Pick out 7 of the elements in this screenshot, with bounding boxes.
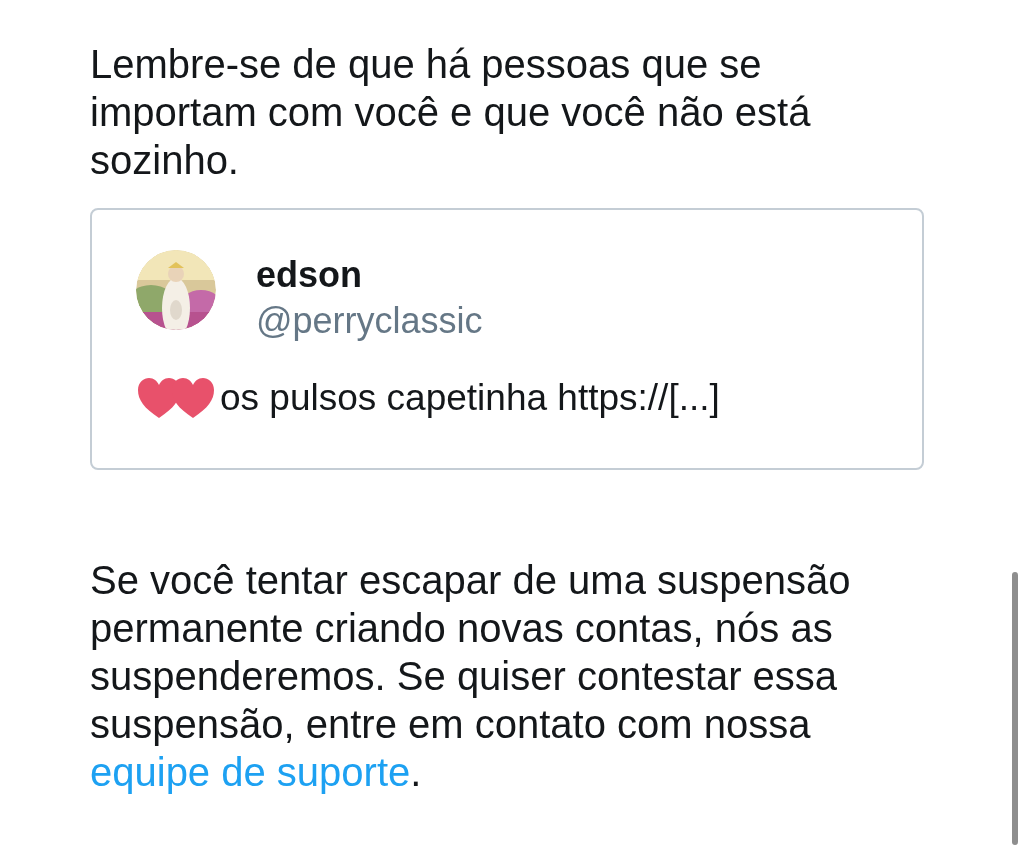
reminder-text: Lembre-se de que há pessoas que se importam com você e que você não está sozinho.	[90, 41, 812, 184]
scrollbar-thumb[interactable]	[1012, 572, 1018, 845]
tweet-text: os pulsos capetinha https://[...]	[220, 376, 720, 420]
user-name: edson	[256, 253, 363, 297]
user-handle: @perryclassic	[256, 299, 483, 343]
support-link[interactable]: equipe de suporte	[90, 750, 411, 794]
suspension-notice: Se você tentar escapar de uma suspensão permanente criando novas contas, nós as suspenderemos. Se quiser contestar essa suspensão, entre em contato com nossa equipe de suporte.	[90, 557, 852, 796]
